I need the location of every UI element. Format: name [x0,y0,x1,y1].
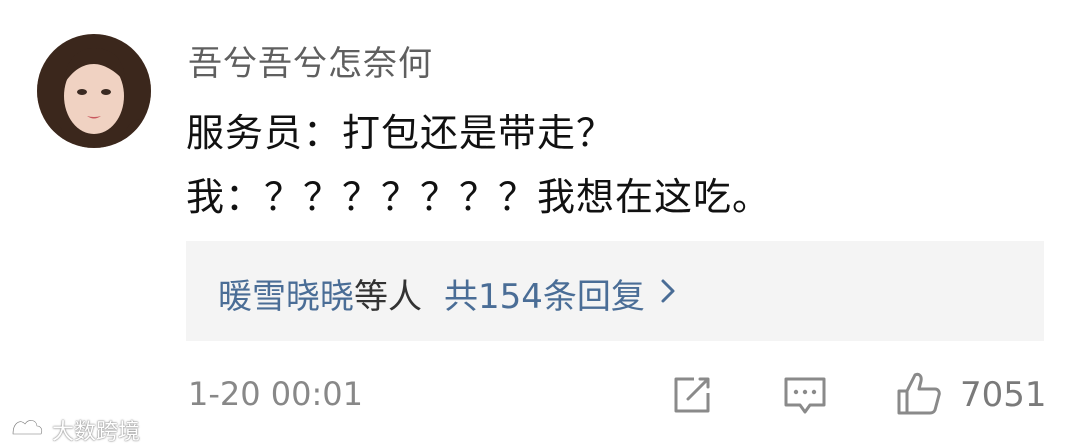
comment-line-1: 服务员：打包还是带走？ [186,111,616,155]
avatar[interactable] [37,34,151,148]
replies-summary[interactable]: 暖雪晓晓 等人 共154条回复 [218,269,677,318]
chevron-right-icon [659,274,677,314]
comment-author[interactable]: 吾兮吾兮怎奈何 [188,36,433,85]
avatar-image [37,34,151,148]
reply-others-label: 等人 [354,277,422,317]
watermark: 大数跨境 [10,414,140,446]
comment-line-2: 我：？？？？？？？我想在这吃。 [186,175,772,219]
thumbs-up-icon[interactable] [895,369,943,421]
reply-user-link[interactable]: 暖雪晓晓 [218,269,354,318]
like-count: 7051 [960,375,1047,415]
reply-count-link[interactable]: 共154条回复 [444,269,645,318]
watermark-text: 大数跨境 [52,420,141,445]
comment-icon[interactable] [782,375,828,421]
comment-timestamp: 1-20 00:01 [188,375,364,413]
watermark-logo-icon [10,416,46,444]
comment-body: 服务员：打包还是带走？ 我：？？？？？？？我想在这吃。 [186,101,771,229]
replies-preview[interactable]: 暖雪晓晓 等人 共154条回复 [186,241,1044,341]
comment-card: 吾兮吾兮怎奈何 服务员：打包还是带走？ 我：？？？？？？？我想在这吃。 暖雪晓晓… [0,0,1080,446]
edit-icon[interactable] [670,375,714,419]
